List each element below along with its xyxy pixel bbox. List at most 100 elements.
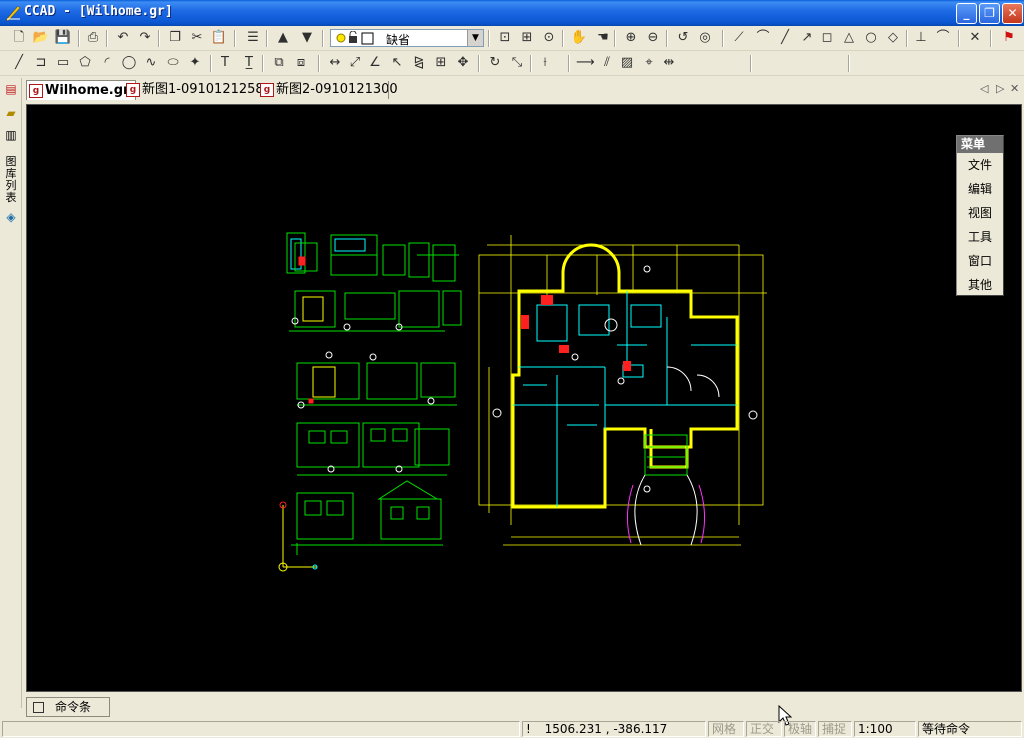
scale-display[interactable]: 1:100 (854, 721, 916, 737)
block-library-icon[interactable]: ◈ (2, 208, 20, 226)
layer-down-icon[interactable]: ▼ (298, 29, 316, 47)
mtext-icon[interactable]: T̲ (240, 54, 258, 72)
dim-angular-icon[interactable]: ∠ (366, 54, 384, 72)
grid-toggle[interactable]: 网格 (708, 721, 744, 737)
maximize-button[interactable]: ❐ (979, 3, 1000, 24)
menu-item-view[interactable]: 视图 (957, 201, 1003, 225)
move-icon[interactable]: ✥ (454, 54, 472, 72)
point-icon[interactable]: ✦ (186, 54, 204, 72)
paste-icon[interactable]: 📋 (210, 29, 228, 47)
minimize-button[interactable]: _ (956, 3, 977, 24)
undo-icon[interactable]: ↶ (114, 29, 132, 47)
center-icon[interactable]: ○ (862, 29, 880, 47)
tab-close-icon[interactable]: ✕ (1010, 82, 1019, 95)
print-icon[interactable]: ⎙ (84, 29, 102, 47)
circle-icon[interactable]: ◯ (120, 54, 138, 72)
trim-icon[interactable]: ⟊ (536, 54, 554, 72)
toolbar-separator (78, 30, 80, 47)
scale-icon[interactable]: ⤡ (508, 54, 526, 72)
new-icon[interactable]: 🗋 (10, 29, 28, 47)
hatch-icon[interactable]: ▨ (618, 54, 636, 72)
menu-item-tools[interactable]: 工具 (957, 225, 1003, 249)
quadrant-icon[interactable]: ◇ (884, 29, 902, 47)
tab-newdrawing2[interactable]: g 新图2-0910121300 (258, 80, 398, 100)
save-icon[interactable]: 💾 (54, 29, 72, 47)
line-snap-icon[interactable]: ⟋ (730, 29, 748, 47)
copy-icon[interactable]: ❐ (166, 29, 184, 47)
dim-linear-icon[interactable]: ↔ (326, 54, 344, 72)
rotate-icon[interactable]: ↻ (486, 54, 504, 72)
zoom-icon[interactable]: ⊙ (540, 29, 558, 47)
pan-icon[interactable]: ✋ (570, 29, 588, 47)
measure-icon[interactable]: ⇹ (660, 54, 678, 72)
polyline-icon[interactable]: ╱ (776, 29, 794, 47)
layer-icon[interactable]: ☰ (244, 29, 262, 47)
zoom-all-icon[interactable]: ◎ (696, 29, 714, 47)
floor-plan-rooms (513, 291, 737, 507)
menu-item-other[interactable]: 其他 (957, 273, 1003, 297)
tangent-icon[interactable]: ⌒ (934, 29, 952, 47)
layer-color-icon[interactable]: ▤ (2, 80, 20, 98)
status-bar: ! 1506.231 , -386.117 网格 正交 极轴 捕捉 1:100 … (0, 720, 1024, 738)
insert-icon[interactable]: ⧈ (292, 54, 310, 72)
arc-snap-icon[interactable]: ⌒ (754, 29, 772, 47)
pan-realtime-icon[interactable]: ☚ (594, 29, 612, 47)
zoom-out-icon[interactable]: ⊖ (644, 29, 662, 47)
chevron-down-icon[interactable]: ▼ (467, 30, 483, 46)
midpoint-icon[interactable]: △ (840, 29, 858, 47)
layer-dropdown[interactable]: 缺省 ▼ (330, 29, 484, 47)
command-bar-tab[interactable]: 命令条 (26, 697, 110, 717)
drawing-canvas[interactable] (26, 104, 1022, 692)
perpendicular-icon[interactable]: ⊥ (912, 29, 930, 47)
ortho-toggle[interactable]: 正交 (746, 721, 782, 737)
drawing-file-icon: g (29, 84, 43, 98)
polyline-draw-icon[interactable]: ⊐ (32, 54, 50, 72)
mirror-icon[interactable]: ⧎ (410, 54, 428, 72)
floating-menu-header[interactable]: 菜单 (957, 136, 1003, 153)
menu-item-window[interactable]: 窗口 (957, 249, 1003, 273)
tab-wilhome[interactable]: g Wilhome.gr (26, 80, 137, 100)
arc-icon[interactable]: ◜ (98, 54, 116, 72)
toolbar-separator (568, 55, 570, 72)
floor-plan-porch (627, 434, 705, 546)
array-icon[interactable]: ⊞ (432, 54, 450, 72)
rectangle-icon[interactable]: ▭ (54, 54, 72, 72)
open-icon[interactable]: 📂 (32, 29, 50, 47)
dim-aligned-icon[interactable]: ⤢ (346, 54, 364, 72)
spline-icon[interactable]: ∿ (142, 54, 160, 72)
block-icon[interactable]: ⧉ (270, 54, 288, 72)
tab-prev-icon[interactable]: ◁ (980, 82, 988, 95)
menu-item-edit[interactable]: 编辑 (957, 177, 1003, 201)
offset-icon[interactable]: ⫽ (598, 54, 616, 72)
dimension-icon[interactable]: ↗ (798, 29, 816, 47)
line-icon[interactable]: ╱ (10, 54, 28, 72)
folder-icon[interactable]: ▰ (2, 104, 20, 122)
layer-up-icon[interactable]: ▲ (274, 29, 292, 47)
zoom-window-icon[interactable]: ⊡ (496, 29, 514, 47)
tab-newdrawing1[interactable]: g 新图1-0910121258 (124, 80, 264, 100)
library-list-label[interactable]: 图库列表 (2, 156, 20, 204)
endpoint-icon[interactable]: ◻ (818, 29, 836, 47)
coordinates-display: ! 1506.231 , -386.117 (522, 721, 706, 737)
floating-menu[interactable]: 菜单 文件 编辑 视图 工具 窗口 其他 (956, 135, 1004, 296)
leader-icon[interactable]: ↖ (388, 54, 406, 72)
cut-icon[interactable]: ✂ (188, 29, 206, 47)
library-icon[interactable]: ▥ (2, 126, 20, 144)
redo-icon[interactable]: ↷ (136, 29, 154, 47)
flag-icon[interactable]: ⚑ (1000, 29, 1018, 47)
zoom-in-icon[interactable]: ⊕ (622, 29, 640, 47)
extend-icon[interactable]: ⟶ (576, 54, 595, 72)
snap-toggle[interactable]: 捕捉 (818, 721, 852, 737)
zoom-extents-icon[interactable]: ⊞ (518, 29, 536, 47)
menu-item-file[interactable]: 文件 (957, 153, 1003, 177)
ellipse-icon[interactable]: ⬭ (164, 54, 182, 72)
close-button[interactable]: ✕ (1002, 3, 1023, 24)
text-icon[interactable]: T (216, 54, 234, 72)
polygon-icon[interactable]: ⬠ (76, 54, 94, 72)
title-bar[interactable]: CCAD - [Wilhome.gr] _ ❐ ✕ (0, 0, 1024, 26)
xyz-icon[interactable]: ⌖ (640, 54, 658, 72)
zoom-prev-icon[interactable]: ↺ (674, 29, 692, 47)
polar-toggle[interactable]: 极轴 (784, 721, 816, 737)
tab-next-icon[interactable]: ▷ (996, 82, 1004, 95)
nearest-icon[interactable]: ✕ (966, 29, 984, 47)
